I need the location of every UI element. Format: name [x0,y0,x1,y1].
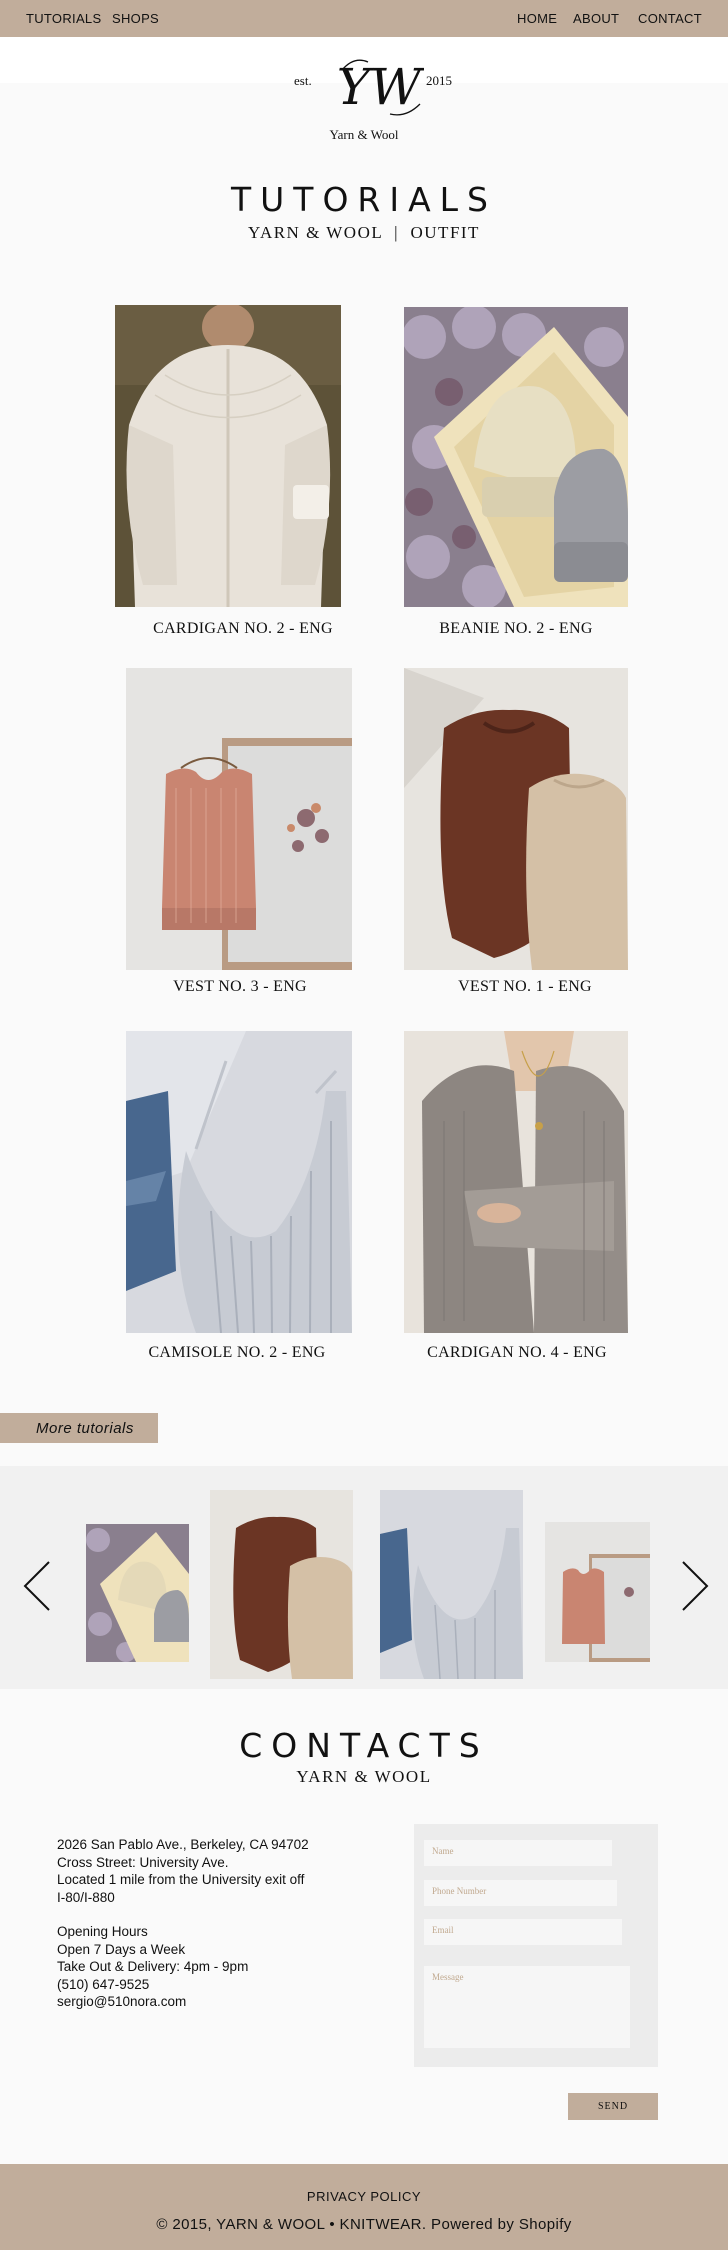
carousel-slide-beanie[interactable] [86,1524,189,1662]
cardigan-no-4-image[interactable] [404,1031,628,1333]
tutorials-title: TUTORIALS [230,180,497,219]
phone-number[interactable]: (510) 647-9525 [57,1976,309,1994]
contact-info: 2026 San Pablo Ave., Berkeley, CA 94702 … [57,1836,309,2011]
nav-tutorials-link[interactable]: TUTORIALS [26,11,101,26]
nav-contact-link[interactable]: CONTACT [638,11,702,26]
chevron-left-icon[interactable] [22,1560,52,1612]
chevron-right-icon[interactable] [680,1560,710,1612]
contact-form: Name Phone Number Email Message [414,1824,658,2067]
hours-heading: Opening Hours [57,1924,148,1939]
privacy-policy-link[interactable]: PRIVACY POLICY [0,2189,728,2204]
contacts-subtitle: YARN & WOOL [296,1767,432,1786]
cardigan-no-2-image[interactable] [115,305,341,607]
nav-shops-link[interactable]: SHOPS [112,11,159,26]
email-address[interactable]: sergio@510nora.com [57,1993,309,2011]
logo-est-text: est. [294,73,312,88]
name-field[interactable]: Name [424,1840,612,1866]
carousel-slide-vest-no-1[interactable] [210,1490,353,1679]
tutorials-subtitle: YARN & WOOL | OUTFIT [248,223,480,242]
yw-monogram-logo[interactable]: YW [334,52,424,120]
beanie-no-2-image[interactable] [404,307,628,607]
card-label-camisole-no-2[interactable]: CAMISOLE NO. 2 - ENG [97,1344,377,1362]
carousel-slide-camisole[interactable] [380,1490,523,1679]
contacts-title: CONTACTS [239,1726,489,1765]
send-button[interactable]: SEND [568,2093,658,2120]
copyright-text: © 2015, YARN & WOOL • KNITWEAR. Powered … [156,2216,572,2233]
address-line: Cross Street: University Ave. [57,1854,229,1870]
camisole-no-2-image[interactable] [126,1031,352,1333]
card-label-cardigan-no-2[interactable]: CARDIGAN NO. 2 - ENG [103,620,383,638]
brand-name: Yarn & Wool [329,127,399,142]
card-label-vest-no-1[interactable]: VEST NO. 1 - ENG [385,978,665,996]
hours-line: Take Out & Delivery: 4pm - 9pm [57,1959,249,1974]
address-line: Located 1 mile from the University exit … [57,1872,305,1887]
vest-no-3-image[interactable] [126,668,352,970]
address-line: 2026 San Pablo Ave., Berkeley, CA 94702 [57,1837,309,1852]
vest-no-1-image[interactable] [404,668,628,970]
message-field[interactable]: Message [424,1966,630,2048]
card-label-beanie-no-2[interactable]: BEANIE NO. 2 - ENG [376,620,656,638]
address-line: I-80/I-880 [57,1889,115,1905]
card-label-vest-no-3[interactable]: VEST NO. 3 - ENG [100,978,380,996]
hours-line: Open 7 Days a Week [57,1941,186,1957]
phone-field[interactable]: Phone Number [424,1880,617,1906]
svg-text:YW: YW [337,58,424,116]
nav-about-link[interactable]: ABOUT [573,11,619,26]
footer [0,2164,728,2250]
logo-year-text: 2015 [426,73,452,88]
carousel-slide-vest-no-3[interactable] [545,1522,650,1662]
more-tutorials-button[interactable]: More tutorials [0,1413,158,1443]
top-nav-bar: TUTORIALS SHOPS HOME ABOUT CONTACT [0,0,728,37]
card-label-cardigan-no-4[interactable]: CARDIGAN NO. 4 - ENG [377,1344,657,1362]
nav-home-link[interactable]: HOME [517,11,557,26]
email-field[interactable]: Email [424,1919,622,1945]
